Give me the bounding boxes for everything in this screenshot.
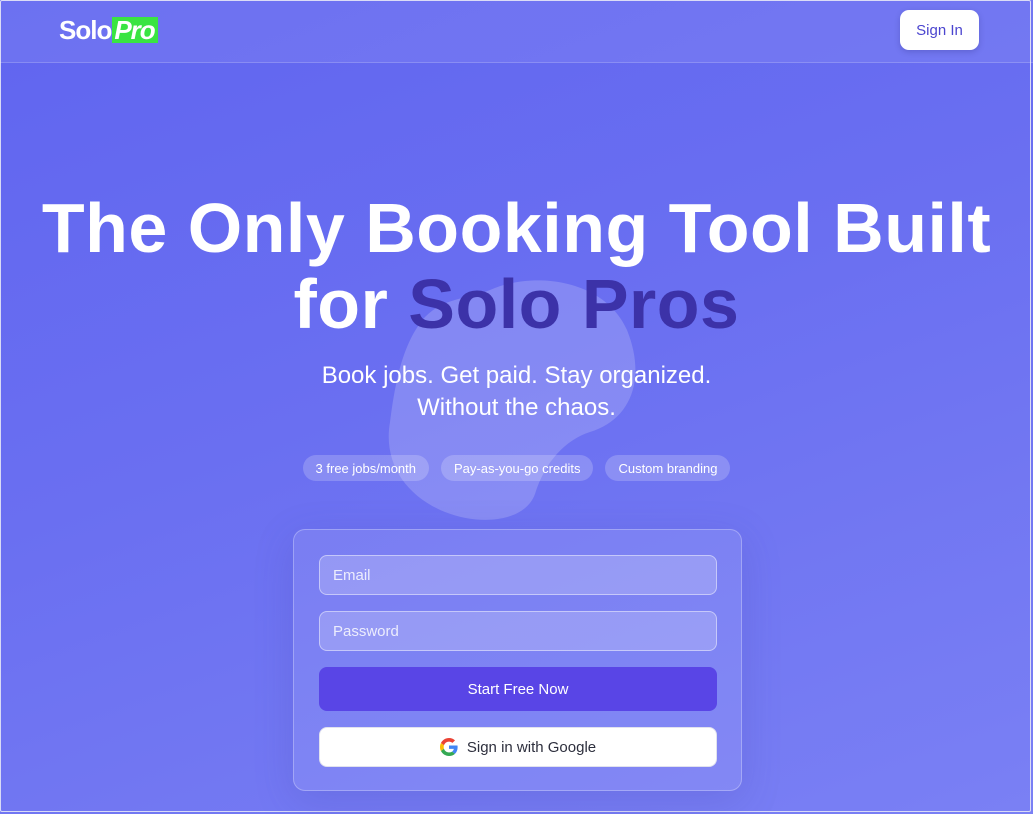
hero-subtitle-line1: Book jobs. Get paid. Stay organized. xyxy=(321,362,712,389)
hero-heading-accent: Solo Pros xyxy=(408,265,740,343)
logo-pro-badge: Pro xyxy=(112,17,158,43)
hero-heading-for: for xyxy=(293,265,409,343)
start-free-button[interactable]: Start Free Now xyxy=(319,667,717,711)
google-g-icon xyxy=(439,738,458,756)
sign-in-button[interactable]: Sign In xyxy=(900,10,979,50)
top-nav: Solo Pro Sign In xyxy=(0,0,1033,63)
hero-heading-line1: The Only Booking Tool Built xyxy=(41,189,992,267)
pill-branding: Custom branding xyxy=(605,455,731,481)
hero-subtitle-line2: Without the chaos. xyxy=(417,394,616,421)
google-signin-button[interactable]: Sign in with Google xyxy=(319,727,717,767)
solopro-logo[interactable]: Solo Pro xyxy=(59,15,158,45)
email-input[interactable] xyxy=(319,555,717,595)
google-signin-label: Sign in with Google xyxy=(466,738,597,756)
password-input[interactable] xyxy=(319,611,717,651)
signup-card: Start Free Now Sign in with Google xyxy=(293,529,742,791)
feature-pills: 3 free jobs/month Pay-as-you-go credits … xyxy=(0,455,1033,481)
pill-credits: Pay-as-you-go credits xyxy=(441,455,594,481)
hero-heading: The Only Booking Tool Built for Solo Pro… xyxy=(0,190,1033,342)
pill-free-jobs: 3 free jobs/month xyxy=(302,455,429,481)
hero-subtitle: Book jobs. Get paid. Stay organized. Wit… xyxy=(0,360,1033,424)
logo-solo-text: Solo xyxy=(59,14,112,45)
